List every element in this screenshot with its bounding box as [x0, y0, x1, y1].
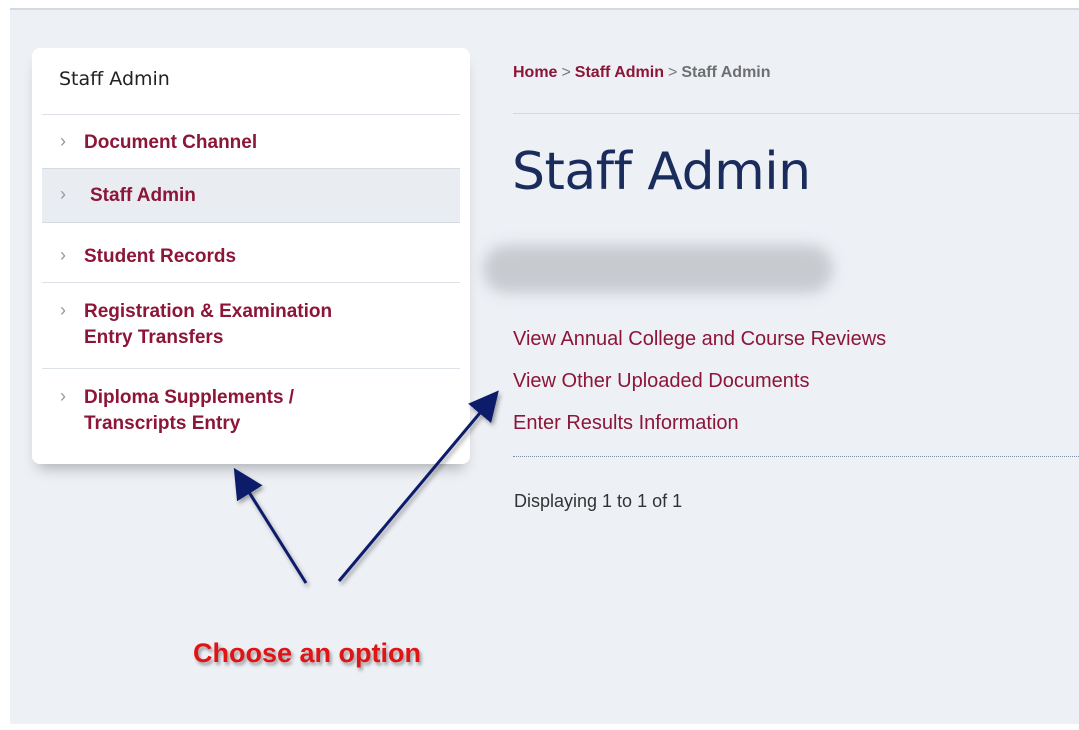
sidebar-item-document-channel[interactable]: › Document Channel [42, 130, 460, 156]
sidebar-item-student-records[interactable]: › Student Records [42, 244, 460, 270]
sidebar-item-diploma-supplements[interactable]: › Diploma Supplements / Transcripts Entr… [42, 385, 460, 437]
chevron-right-icon: › [60, 300, 66, 320]
sidebar-title: Staff Admin [59, 68, 170, 90]
sidebar-nav: Staff Admin › Document Channel › Staff A… [32, 48, 470, 464]
annotation-callout: Choose an option [193, 638, 421, 668]
breadcrumb-separator: > [667, 64, 678, 81]
view-uploaded-documents-link[interactable]: View Other Uploaded Documents [513, 360, 886, 402]
divider [513, 113, 1079, 114]
chevron-right-icon: › [60, 386, 66, 406]
sidebar-item-label: Staff Admin [90, 185, 196, 206]
sidebar-item-staff-admin[interactable]: › Staff Admin [42, 168, 460, 223]
sidebar-item-label: Student Records [84, 246, 237, 267]
divider [42, 114, 460, 115]
chevron-right-icon: › [60, 184, 66, 204]
enter-results-link[interactable]: Enter Results Information [513, 402, 886, 444]
view-annual-reviews-link[interactable]: View Annual College and Course Reviews [513, 318, 886, 360]
sidebar-item-label-line2: Entry Transfers [84, 327, 224, 348]
breadcrumb-current: Staff Admin [681, 64, 771, 81]
pagination-status: Displaying 1 to 1 of 1 [514, 491, 683, 511]
document-links: View Annual College and Course Reviews V… [513, 318, 886, 444]
sidebar-item-label-line2: Transcripts Entry [84, 413, 241, 434]
breadcrumb: Home > Staff Admin > Staff Admin [513, 64, 771, 82]
breadcrumb-home-link[interactable]: Home [513, 64, 557, 81]
redacted-text-blur [483, 245, 833, 293]
divider [42, 368, 460, 369]
divider [513, 456, 1079, 457]
breadcrumb-section-link[interactable]: Staff Admin [575, 64, 664, 81]
breadcrumb-separator: > [561, 64, 571, 81]
page-title: Staff Admin [512, 142, 811, 202]
divider [42, 282, 460, 283]
sidebar-item-registration-examination[interactable]: › Registration & Examination Entry Trans… [42, 299, 460, 351]
sidebar-item-label: Document Channel [84, 132, 258, 153]
chevron-right-icon: › [60, 131, 66, 151]
chevron-right-icon: › [60, 245, 66, 265]
sidebar-item-label-line1: Diploma Supplements / [84, 387, 295, 408]
sidebar-item-label-line1: Registration & Examination [84, 301, 333, 322]
